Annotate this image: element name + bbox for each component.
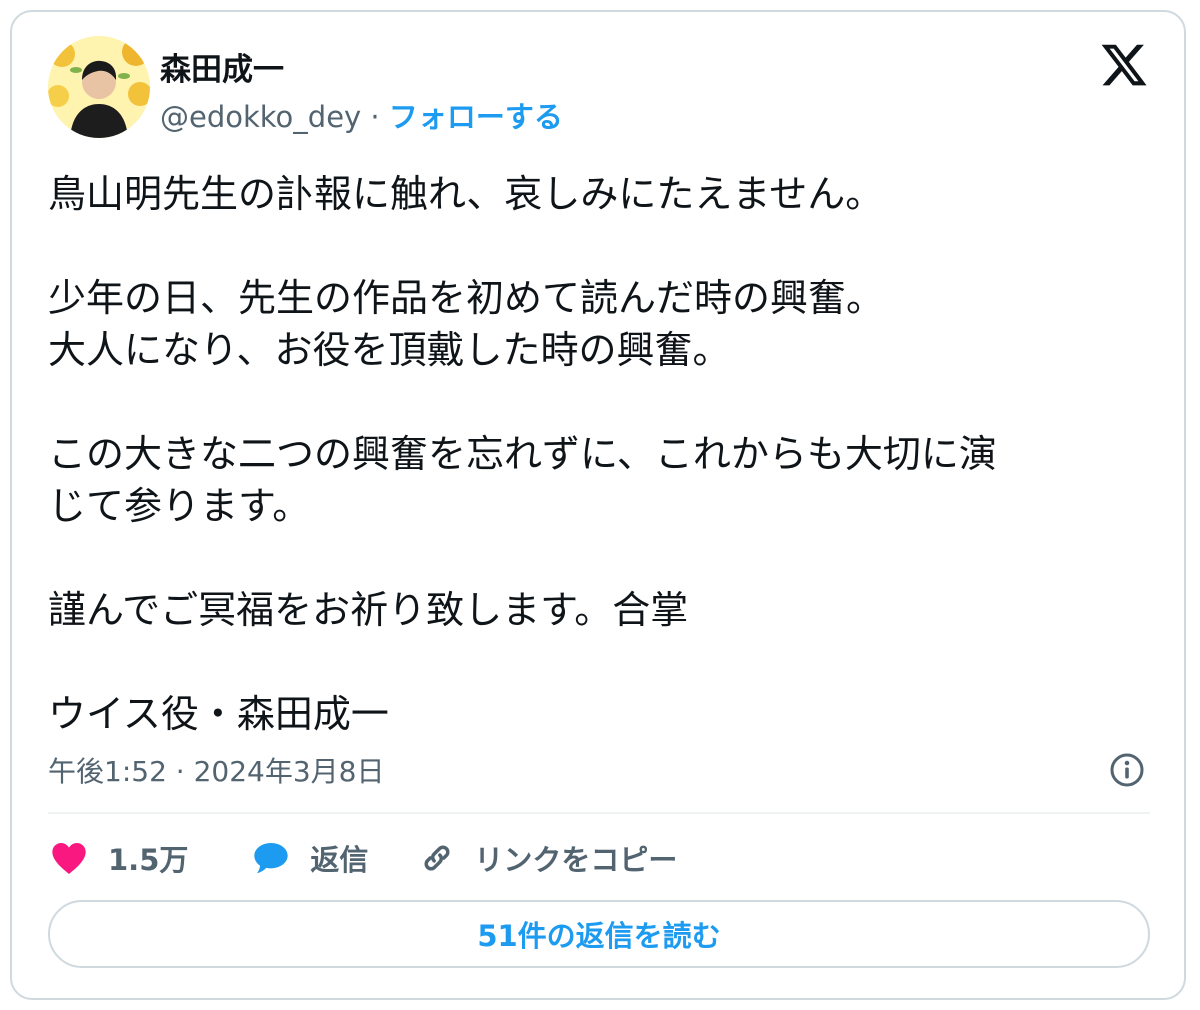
speech-bubble-icon	[254, 843, 289, 873]
tweet-paragraph: ウイス役・森田成一	[48, 692, 389, 736]
tweet-timestamp[interactable]: 午後1:52 · 2024年3月8日	[48, 750, 384, 790]
like-count: 1.5万	[108, 843, 189, 877]
link-icon	[424, 845, 450, 871]
tweet-paragraph: この大きな二つの興奮を忘れずに、これからも大切に演 じて参ります。	[48, 432, 997, 528]
like-button[interactable]: 1.5万	[48, 837, 188, 879]
author-handle-row: @edokko_dey · フォローする	[160, 94, 563, 136]
tweet-paragraph: 謹んでご冥福をお祈り致します。合掌	[48, 588, 689, 632]
tweet-text: 鳥山明先生の訃報に触れ、哀しみにたえません。 少年の日、先生の作品を初めて読んだ…	[48, 168, 1158, 740]
avatar[interactable]	[48, 36, 150, 138]
info-icon[interactable]	[1108, 751, 1146, 789]
divider	[48, 812, 1150, 814]
x-logo-icon[interactable]	[1099, 40, 1149, 90]
author-name[interactable]: 森田成一	[160, 44, 284, 89]
action-bar: 1.5万 返信 リンクをコピー	[48, 832, 677, 884]
follow-button[interactable]: フォローする	[389, 100, 563, 134]
copy-link-button[interactable]: リンクをコピー	[418, 837, 677, 879]
copy-link-label: リンクをコピー	[474, 843, 678, 877]
tweet-paragraph: 鳥山明先生の訃報に触れ、哀しみにたえません。	[48, 172, 884, 216]
separator-dot: ·	[361, 100, 389, 134]
reply-button[interactable]: 返信	[250, 837, 368, 879]
read-replies-button[interactable]: 51件の返信を読む	[48, 900, 1150, 968]
heart-icon	[52, 843, 86, 874]
tweet-paragraph: 少年の日、先生の作品を初めて読んだ時の興奮。 大人になり、お役を頂戴した時の興奮…	[48, 276, 885, 372]
author-handle[interactable]: @edokko_dey	[160, 100, 361, 134]
reply-label: 返信	[310, 843, 369, 877]
